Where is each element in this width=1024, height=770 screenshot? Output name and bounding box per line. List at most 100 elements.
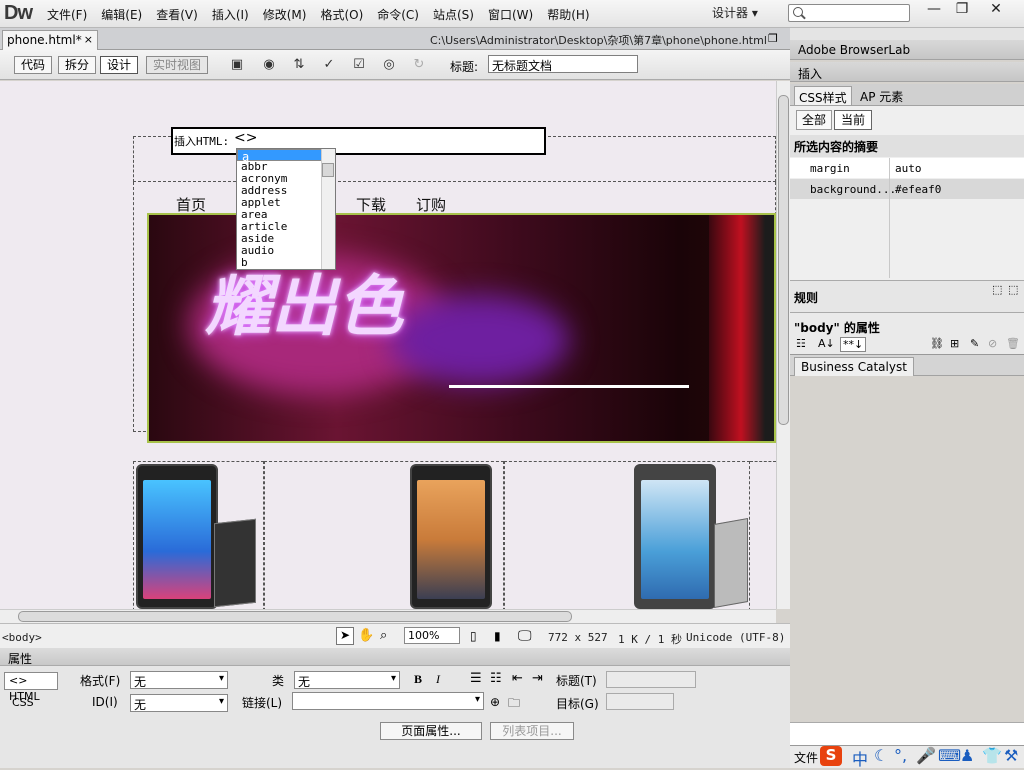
autocomplete-scroll-thumb[interactable] [322, 163, 334, 177]
help-search-input[interactable] [788, 4, 910, 22]
menu-edit[interactable]: 编辑(E) [94, 6, 149, 23]
nav-home[interactable]: 首页 [176, 194, 206, 215]
nav-download[interactable]: 下载 [356, 194, 386, 215]
italic-button[interactable]: I [436, 672, 440, 687]
document-title-input[interactable]: 无标题文档 [488, 55, 638, 73]
select-tool-icon[interactable]: ➤ [336, 627, 354, 645]
point-to-file-icon[interactable]: ⊕ [490, 695, 500, 709]
file-management-icon[interactable]: ⇅ [290, 57, 308, 73]
id-select[interactable]: 无 [130, 694, 228, 712]
window-size[interactable]: 772 x 527 [548, 631, 608, 644]
bold-button[interactable]: B [414, 672, 422, 687]
sogou-ime-icon[interactable]: S [820, 746, 842, 766]
menu-window[interactable]: 窗口(W) [481, 6, 540, 23]
menu-site[interactable]: 站点(S) [426, 6, 481, 23]
unordered-list-icon[interactable]: ☰ [470, 671, 482, 686]
indent-icon[interactable]: ⇥ [532, 671, 543, 686]
ime-punct-icon[interactable]: °, [894, 746, 907, 765]
new-rule-icon[interactable]: ⊞ [950, 337, 959, 350]
w3c-validation-icon[interactable]: ✓ [320, 57, 338, 73]
preview-browser-icon[interactable]: ◉ [260, 57, 278, 73]
link-input[interactable] [292, 692, 484, 710]
zoom-select[interactable]: 100% [404, 627, 460, 644]
menu-format[interactable]: 格式(O) [313, 6, 370, 23]
css-current-button[interactable]: 当前 [834, 110, 872, 130]
class-select[interactable]: 无 [294, 671, 400, 689]
autocomplete-scrollbar[interactable] [321, 149, 335, 269]
menu-view[interactable]: 查看(V) [149, 6, 205, 23]
disable-icon[interactable]: ⊘ [988, 337, 997, 350]
menu-modify[interactable]: 修改(M) [256, 6, 314, 23]
horizontal-scroll-thumb[interactable] [18, 611, 572, 622]
visual-aids-icon[interactable]: ◎ [380, 57, 398, 73]
ime-keyboard-icon[interactable]: ⌨ [938, 746, 961, 765]
rule-cascade-icon[interactable]: ⬚ [1008, 283, 1018, 296]
workspace-switcher[interactable]: 设计器 ▾ [712, 4, 758, 21]
hand-tool-icon[interactable]: ✋ [358, 628, 374, 643]
outdent-icon[interactable]: ⇤ [512, 671, 523, 686]
css-mode-button[interactable]: CSS [12, 696, 34, 709]
attach-stylesheet-icon[interactable]: ⛓ [930, 337, 944, 350]
window-size-icon[interactable]: ▯ [470, 629, 477, 643]
insert-panel-header[interactable]: 插入 [790, 62, 1024, 82]
browserlab-panel-header[interactable]: Adobe BrowserLab [790, 40, 1024, 60]
rule-info-icon[interactable]: ⬚ [992, 283, 1002, 296]
menu-file[interactable]: 文件(F) [40, 6, 94, 23]
refresh-icon[interactable]: ↻ [410, 57, 428, 73]
tab-ap-elements[interactable]: AP 元素 [854, 86, 912, 105]
close-button[interactable]: ✕ [978, 0, 1014, 20]
css-all-button[interactable]: 全部 [796, 110, 832, 130]
insert-html-tag-icon[interactable]: <> [234, 130, 257, 146]
close-tab-icon[interactable]: × [84, 33, 93, 46]
title-attr-input[interactable] [606, 671, 696, 688]
css-prop-row[interactable]: background... #efeaf0 [790, 179, 1024, 199]
ordered-list-icon[interactable]: ☷ [490, 671, 502, 686]
design-view-button[interactable]: 设计 [100, 56, 139, 74]
phone-image-2[interactable] [410, 464, 492, 609]
menu-insert[interactable]: 插入(I) [205, 6, 256, 23]
ime-moon-icon[interactable]: ☾ [874, 746, 888, 765]
files-tab-label[interactable]: 文件 [794, 749, 818, 766]
desktop-size-icon[interactable]: 🖵 [518, 628, 532, 644]
menu-commands[interactable]: 命令(C) [370, 6, 426, 23]
ime-skin-icon[interactable]: 👕 [982, 746, 1002, 765]
bc-panel-header[interactable]: Business Catalyst [790, 354, 1024, 376]
phone-image-3[interactable] [634, 464, 716, 609]
tag-autocomplete-list[interactable]: a abbr acronym address applet area artic… [236, 148, 336, 270]
menu-help[interactable]: 帮助(H) [540, 6, 596, 23]
delete-icon[interactable]: 🗑 [1006, 337, 1020, 350]
category-view-icon[interactable]: ☷ [796, 337, 806, 350]
code-view-button[interactable]: 代码 [14, 56, 53, 74]
restore-doc-icon[interactable]: ❐ [768, 32, 778, 45]
tab-business-catalyst[interactable]: Business Catalyst [794, 357, 914, 376]
vertical-scroll-thumb[interactable] [778, 95, 789, 425]
ime-user-icon[interactable]: ♟ [960, 746, 974, 765]
set-props-icon[interactable]: **↓ [840, 337, 867, 352]
canvas-vertical-scrollbar[interactable] [776, 81, 790, 609]
edit-rule-icon[interactable]: ✎ [970, 337, 979, 350]
page-properties-button[interactable]: 页面属性... [380, 722, 482, 740]
zoom-tool-icon[interactable]: ⌕ [380, 628, 387, 643]
ime-mic-icon[interactable]: 🎤 [916, 746, 936, 765]
nav-order[interactable]: 订购 [416, 194, 446, 215]
target-select[interactable] [606, 693, 674, 710]
live-view-button[interactable]: 实时视图 [146, 56, 209, 74]
tablet-size-icon[interactable]: ▮ [494, 629, 501, 643]
ime-tools-icon[interactable]: ⚒ [1004, 746, 1018, 765]
browser-compat-icon[interactable]: ☑ [350, 57, 368, 73]
document-tab[interactable]: phone.html* × [2, 30, 98, 50]
tag-selector[interactable]: <body> [2, 631, 42, 644]
list-items-button[interactable]: 列表项目... [490, 722, 574, 740]
ime-chinese-icon[interactable]: 中 [852, 746, 868, 770]
design-canvas[interactable]: 首页 下载 订购 耀出色 插入HTML: <> a abbr acronym a… [0, 81, 776, 609]
css-prop-row[interactable]: margin auto [790, 158, 1024, 178]
alpha-sort-icon[interactable]: A↓ [818, 337, 835, 350]
format-select[interactable]: 无 [130, 671, 228, 689]
multiscreen-icon[interactable]: ▣ [228, 57, 246, 73]
restore-button[interactable]: ❐ [944, 0, 980, 20]
browse-folder-icon[interactable]: 🗀 [508, 694, 520, 715]
phone-image-1[interactable] [136, 464, 218, 609]
tab-css-styles[interactable]: CSS样式 [794, 86, 852, 105]
html-mode-button[interactable]: <> HTML [4, 672, 58, 703]
split-view-button[interactable]: 拆分 [58, 56, 97, 74]
